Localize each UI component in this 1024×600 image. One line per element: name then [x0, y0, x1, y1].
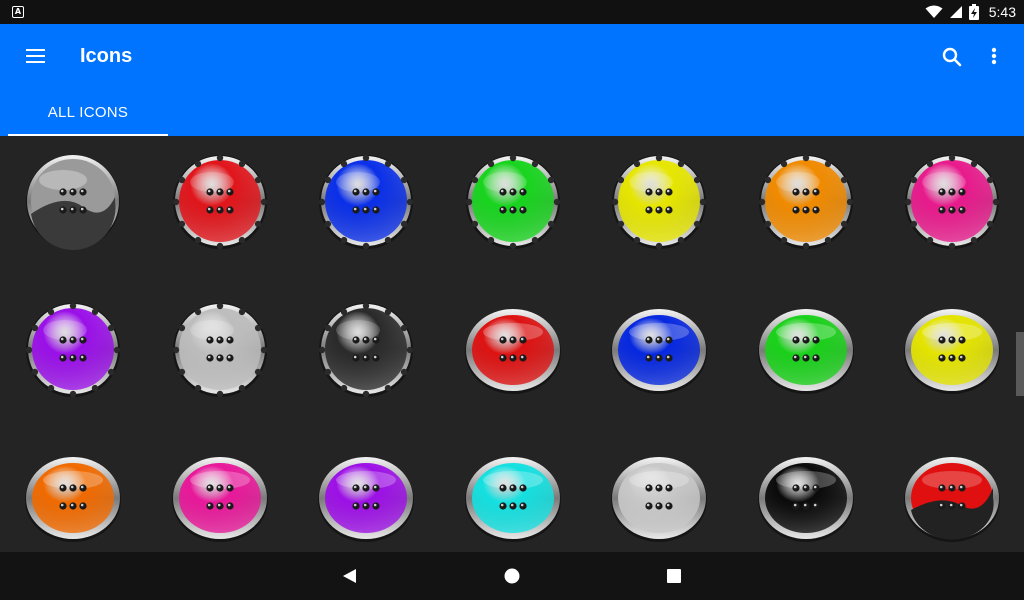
icon-tile[interactable]: [170, 152, 270, 252]
icon-tile[interactable]: [23, 152, 123, 252]
app-icon-bubble: [904, 309, 1000, 394]
app-icon-split-gray: [26, 155, 120, 250]
scrollbar-thumb[interactable]: [1016, 332, 1024, 396]
app-icon-gear: [904, 154, 1000, 250]
home-circle-icon: [504, 568, 520, 584]
app-icon-gear: [758, 154, 854, 250]
icon-tile[interactable]: [756, 300, 856, 400]
back-button[interactable]: [338, 564, 362, 588]
app-icon-gear: [611, 154, 707, 250]
menu-button[interactable]: [16, 44, 56, 68]
icon-tile[interactable]: [463, 300, 563, 400]
app-icon-bubble: [758, 457, 854, 542]
battery-charging-icon: [968, 4, 979, 20]
notification-app-icon: A: [12, 6, 24, 18]
icon-tile[interactable]: [316, 152, 416, 252]
icon-tile[interactable]: [609, 300, 709, 400]
app-bar: Icons ALL ICONS: [0, 24, 1024, 136]
icon-tile[interactable]: [463, 448, 563, 548]
recent-square-icon: [667, 569, 681, 583]
more-options-button[interactable]: [980, 44, 1008, 72]
icon-tile[interactable]: [23, 448, 123, 548]
icon-tile[interactable]: [170, 448, 270, 548]
status-bar: A 5:43: [0, 0, 1024, 24]
icon-tile[interactable]: [170, 300, 270, 400]
tab-all-icons[interactable]: ALL ICONS: [8, 88, 168, 136]
more-vert-icon: [991, 47, 997, 65]
status-icons: 5:43: [925, 0, 1016, 24]
icon-tile[interactable]: [23, 300, 123, 400]
app-icon-bubble: [465, 457, 561, 542]
app-icon-gear: [318, 154, 414, 250]
icon-tile[interactable]: [316, 448, 416, 548]
icon-tile[interactable]: [902, 448, 1002, 548]
search-icon: [942, 47, 962, 67]
app-icon-gear: [465, 154, 561, 250]
hamburger-menu-icon: [26, 49, 45, 63]
app-icon-bubble: [611, 309, 707, 394]
icon-tile[interactable]: [316, 300, 416, 400]
search-button[interactable]: [938, 44, 966, 72]
tab-label: ALL ICONS: [47, 104, 129, 121]
icon-tile[interactable]: [902, 300, 1002, 400]
signal-icon: [949, 6, 962, 18]
icon-tile[interactable]: [902, 152, 1002, 252]
app-icon-bubble: [25, 457, 121, 542]
status-time: 5:43: [988, 4, 1016, 20]
back-triangle-icon: [343, 569, 356, 583]
icon-tile[interactable]: [463, 152, 563, 252]
app-icon-bubble: [172, 457, 268, 542]
navigation-bar: [0, 552, 1024, 600]
icon-tile[interactable]: [609, 448, 709, 548]
scrollbar[interactable]: [1016, 136, 1024, 552]
icon-grid[interactable]: [0, 136, 1024, 552]
app-icon-bubble: [758, 309, 854, 394]
app-icon-gear: [318, 302, 414, 398]
app-icon-gear: [172, 302, 268, 398]
app-icon-gear: [25, 302, 121, 398]
wifi-icon: [925, 5, 943, 18]
icon-tile[interactable]: [756, 448, 856, 548]
app-icon-bubble: [465, 309, 561, 394]
icon-tile[interactable]: [756, 152, 856, 252]
app-icon-bubble: [318, 457, 414, 542]
app-icon-gear: [172, 154, 268, 250]
app-icon-split-red: [904, 457, 1000, 542]
home-button[interactable]: [500, 564, 524, 588]
recent-apps-button[interactable]: [662, 564, 686, 588]
app-icon-bubble: [611, 457, 707, 542]
icon-tile[interactable]: [609, 152, 709, 252]
page-title: Icons: [80, 45, 133, 67]
